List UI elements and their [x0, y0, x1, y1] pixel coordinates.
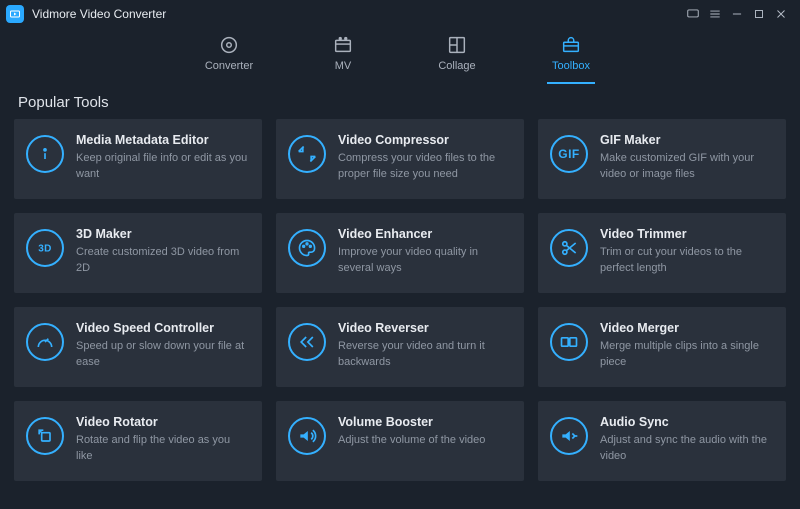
info-icon [26, 135, 64, 173]
tool-title: Volume Booster [338, 415, 510, 429]
tool-card[interactable]: Video Enhancer Improve your video quality… [276, 213, 524, 293]
tool-desc: Adjust the volume of the video [338, 433, 510, 449]
tool-card[interactable]: Video Compressor Compress your video file… [276, 119, 524, 199]
tool-card[interactable]: Video Rotator Rotate and flip the video a… [14, 401, 262, 481]
tool-grid: Media Metadata Editor Keep original file … [0, 119, 800, 495]
tab-label: MV [335, 60, 352, 72]
tool-title: Video Merger [600, 321, 772, 335]
tool-card[interactable]: Video Reverser Reverse your video and tur… [276, 307, 524, 387]
tool-desc: Merge multiple clips into a single piece [600, 339, 772, 371]
close-button[interactable] [770, 3, 792, 25]
tool-desc: Reverse your video and turn it backwards [338, 339, 510, 371]
minimize-button[interactable] [726, 3, 748, 25]
maximize-button[interactable] [748, 3, 770, 25]
tab-label: Toolbox [552, 60, 590, 72]
tool-card[interactable]: GIF GIF Maker Make customized GIF with you… [538, 119, 786, 199]
tool-title: Video Compressor [338, 133, 510, 147]
app-logo-icon [6, 5, 24, 23]
converter-icon [218, 34, 240, 56]
collage-icon [446, 34, 468, 56]
tool-title: Media Metadata Editor [76, 133, 248, 147]
tool-title: GIF Maker [600, 133, 772, 147]
main-tabs: Converter MV Collage Toolbox [0, 28, 800, 84]
tool-card[interactable]: 3D 3D Maker Create customized 3D video fro… [14, 213, 262, 293]
tool-card[interactable]: Video Merger Merge multiple clips into a … [538, 307, 786, 387]
tool-card[interactable]: Volume Booster Adjust the volume of the v… [276, 401, 524, 481]
tool-card[interactable]: Video Trimmer Trim or cut your videos to … [538, 213, 786, 293]
tool-desc: Rotate and flip the video as you like [76, 433, 248, 465]
svg-text:3D: 3D [38, 243, 52, 254]
tool-title: Video Enhancer [338, 227, 510, 241]
feedback-icon[interactable] [682, 3, 704, 25]
compress-icon [288, 135, 326, 173]
scissors-icon [550, 229, 588, 267]
app-title: Vidmore Video Converter [32, 7, 166, 21]
tab-label: Converter [205, 60, 253, 72]
tool-desc: Keep original file info or edit as you w… [76, 151, 248, 183]
tool-title: Video Trimmer [600, 227, 772, 241]
gif-icon: GIF [550, 135, 588, 173]
merge-icon [550, 323, 588, 361]
tool-desc: Trim or cut your videos to the perfect l… [600, 245, 772, 277]
tool-desc: Compress your video files to the proper … [338, 151, 510, 183]
tool-card[interactable]: Audio Sync Adjust and sync the audio with… [538, 401, 786, 481]
sync-icon [550, 417, 588, 455]
tab-converter[interactable]: Converter [195, 34, 263, 84]
palette-icon [288, 229, 326, 267]
section-title: Popular Tools [0, 84, 800, 119]
menu-icon[interactable] [704, 3, 726, 25]
reverse-icon [288, 323, 326, 361]
tool-desc: Create customized 3D video from 2D [76, 245, 248, 277]
tool-card[interactable]: Video Speed Controller Speed up or slow d… [14, 307, 262, 387]
tool-desc: Improve your video quality in several wa… [338, 245, 510, 277]
tool-title: Video Rotator [76, 415, 248, 429]
tool-card[interactable]: Media Metadata Editor Keep original file … [14, 119, 262, 199]
volume-icon [288, 417, 326, 455]
tab-label: Collage [438, 60, 475, 72]
tool-title: 3D Maker [76, 227, 248, 241]
rotate-icon [26, 417, 64, 455]
tool-desc: Speed up or slow down your file at ease [76, 339, 248, 371]
tab-collage[interactable]: Collage [423, 34, 491, 84]
toolbox-icon [560, 34, 582, 56]
3d-icon: 3D [26, 229, 64, 267]
tool-title: Video Speed Controller [76, 321, 248, 335]
mv-icon [332, 34, 354, 56]
tool-desc: Make customized GIF with your video or i… [600, 151, 772, 183]
speed-icon [26, 323, 64, 361]
tab-toolbox[interactable]: Toolbox [537, 34, 605, 84]
tool-title: Audio Sync [600, 415, 772, 429]
tab-mv[interactable]: MV [309, 34, 377, 84]
titlebar: Vidmore Video Converter [0, 0, 800, 28]
tool-title: Video Reverser [338, 321, 510, 335]
tool-desc: Adjust and sync the audio with the video [600, 433, 772, 465]
